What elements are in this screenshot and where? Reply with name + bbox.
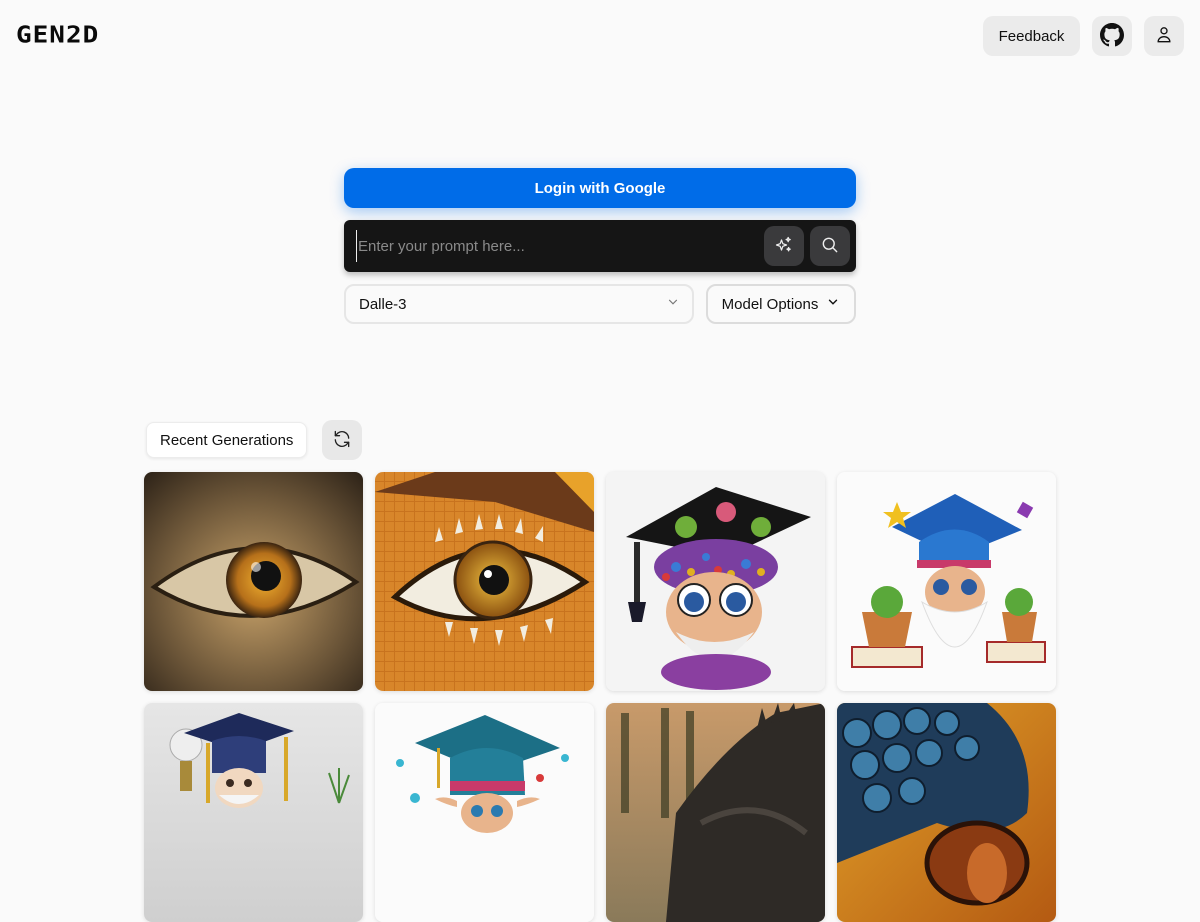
generation-tile[interactable]	[837, 703, 1056, 922]
github-icon	[1100, 22, 1124, 50]
generation-tile[interactable]	[144, 472, 363, 691]
generated-image-mosaic-eye	[375, 472, 594, 691]
recent-generations-grid	[144, 472, 1056, 922]
refresh-button[interactable]	[322, 420, 363, 460]
generation-tile[interactable]	[606, 472, 825, 691]
model-select[interactable]: Dalle-3	[344, 284, 694, 324]
sparkles-icon	[774, 235, 794, 258]
refresh-icon	[332, 429, 352, 452]
options-row: Dalle-3 Model Options	[344, 284, 856, 324]
generated-image-reptile-head-sunset	[606, 703, 825, 922]
chevron-down-icon	[666, 295, 680, 313]
top-header: GEN2D Feedback	[0, 0, 1200, 72]
generation-tile[interactable]	[606, 703, 825, 922]
model-select-value: Dalle-3	[359, 295, 407, 313]
user-icon	[1154, 25, 1174, 48]
generated-image-blue-cap-gnome	[837, 472, 1056, 691]
generated-image-blue-reptile-sunset	[837, 703, 1056, 922]
generation-tile[interactable]	[837, 472, 1056, 691]
header-actions: Feedback	[983, 16, 1184, 56]
github-button[interactable]	[1092, 16, 1132, 56]
generated-image-reptile-eye	[144, 472, 363, 691]
app-logo[interactable]: GEN2D	[16, 22, 99, 49]
generated-image-jeweled-gnome	[606, 472, 825, 691]
prompt-bar	[344, 220, 856, 272]
recent-generations-label: Recent Generations	[146, 422, 308, 458]
prompt-input[interactable]	[356, 230, 756, 262]
login-with-google-button[interactable]: Login with Google	[344, 168, 856, 208]
feedback-button[interactable]: Feedback	[983, 16, 1080, 56]
enhance-prompt-button[interactable]	[764, 226, 804, 266]
generation-tile[interactable]	[144, 703, 363, 922]
generation-panel: Login with Google Dalle-3	[344, 168, 856, 324]
chevron-down-icon	[826, 295, 840, 313]
recent-generations-bar: Recent Generations	[146, 420, 363, 460]
search-button[interactable]	[810, 226, 850, 266]
generation-tile[interactable]	[375, 472, 594, 691]
generation-tile[interactable]	[375, 703, 594, 922]
profile-button[interactable]	[1144, 16, 1184, 56]
generated-image-gnome-figurine	[144, 703, 363, 922]
generated-image-teal-cap-gnome	[375, 703, 594, 922]
model-options-dropdown[interactable]: Model Options	[706, 284, 856, 324]
search-icon	[820, 235, 840, 258]
model-options-label: Model Options	[721, 295, 819, 313]
